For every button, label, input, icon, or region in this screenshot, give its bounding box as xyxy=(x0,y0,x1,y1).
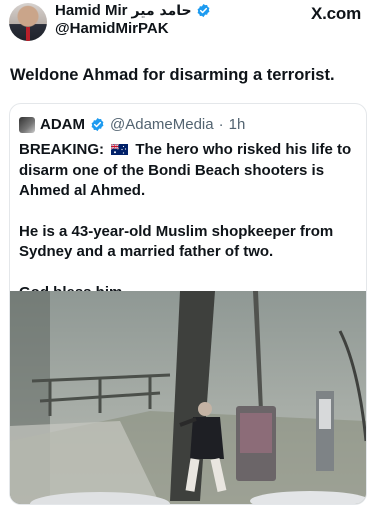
avatar-tie xyxy=(26,27,30,41)
tweet-header: Hamid Mir حامد میر @HamidMirPAK X.com xyxy=(0,0,375,50)
author-avatar[interactable] xyxy=(9,3,47,41)
quoted-name[interactable]: ADAM xyxy=(40,116,85,133)
australia-flag-icon xyxy=(111,144,129,155)
quoted-time[interactable]: 1h xyxy=(229,116,246,133)
quoted-separator: · xyxy=(218,116,224,133)
quoted-tweet[interactable]: ADAM @AdameMedia · 1h BREAKING: The hero w… xyxy=(9,103,367,505)
author-name-row: Hamid Mir حامد میر xyxy=(55,2,211,19)
author-name[interactable]: Hamid Mir xyxy=(55,2,128,19)
quoted-handle[interactable]: @AdameMedia xyxy=(110,116,214,133)
quoted-header: ADAM @AdameMedia · 1h xyxy=(19,116,245,133)
quoted-paragraph-2: He is a 43-year-old Muslim shopkeeper fr… xyxy=(19,222,334,261)
site-label: X.com xyxy=(310,4,361,23)
quoted-verified-badge-icon xyxy=(91,117,104,132)
author-handle[interactable]: @HamidMirPAK xyxy=(55,20,169,37)
tweet-text: Weldone Ahmad for disarming a terrorist. xyxy=(10,66,335,84)
author-name-urdu[interactable]: حامد میر xyxy=(132,3,192,19)
quoted-avatar[interactable] xyxy=(19,116,35,133)
video-frame-image xyxy=(10,291,366,504)
verified-badge-icon xyxy=(197,3,210,18)
quoted-media-video[interactable] xyxy=(10,291,366,504)
quoted-paragraph-1: BREAKING: The hero who risked his life t… xyxy=(19,140,359,202)
breaking-label: BREAKING: xyxy=(19,141,104,158)
